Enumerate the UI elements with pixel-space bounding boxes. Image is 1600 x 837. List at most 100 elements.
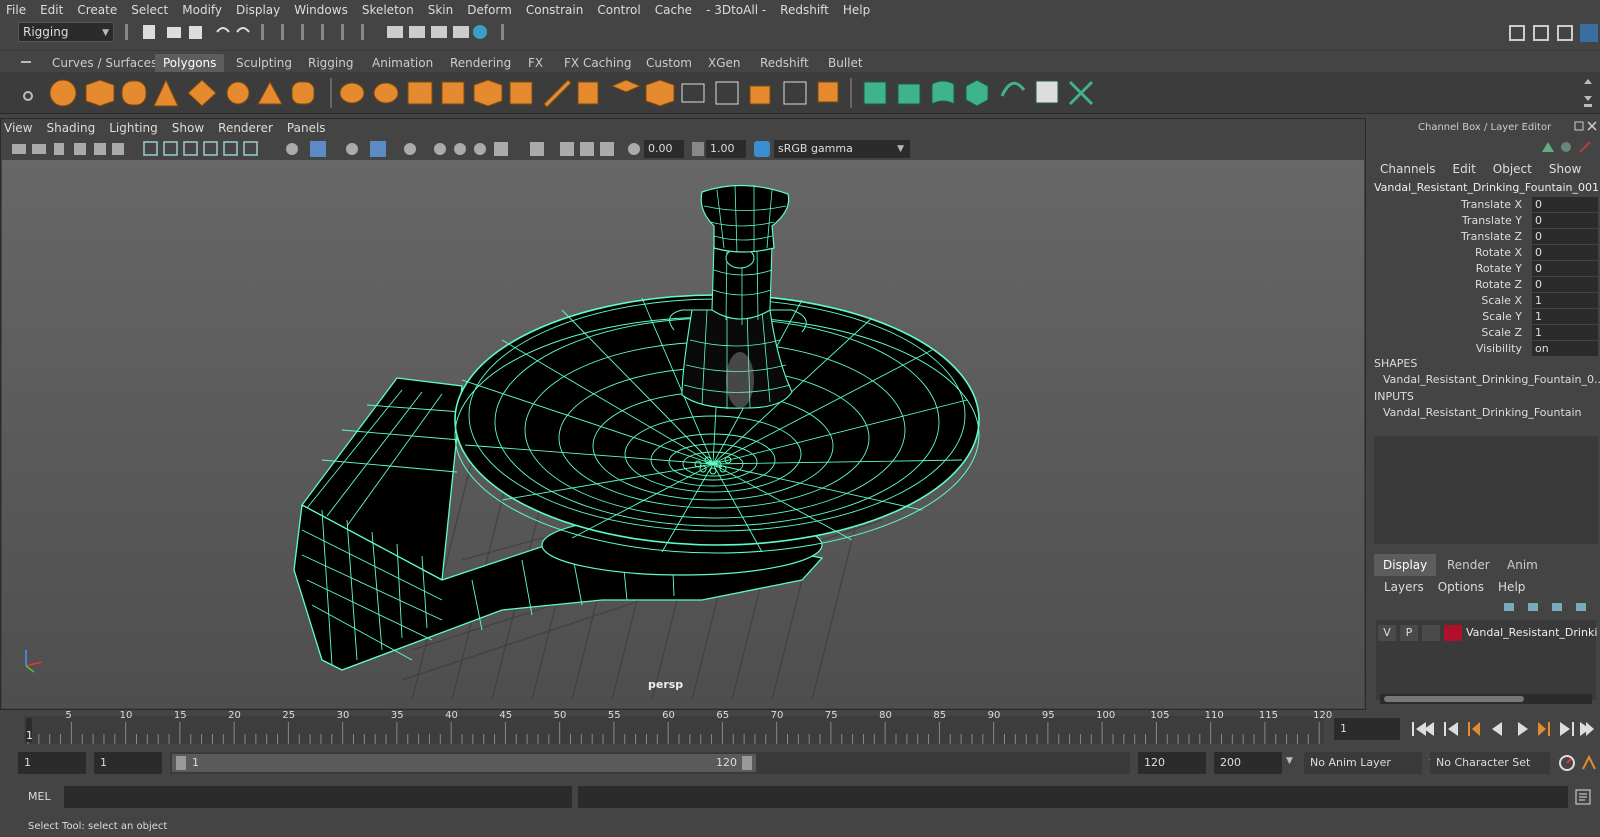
tab-render[interactable]: Render — [1438, 554, 1499, 576]
color-space-dropdown[interactable]: sRGB gamma ▼ — [774, 140, 910, 158]
attr-value[interactable]: 0 — [1532, 229, 1598, 244]
color-management-icon[interactable] — [754, 141, 770, 157]
menu-deform[interactable]: Deform — [467, 3, 512, 17]
attr-rotate-x[interactable]: Rotate X 0 — [1374, 245, 1598, 261]
attr-value[interactable]: 0 — [1532, 197, 1598, 212]
attr-translate-z[interactable]: Translate Z 0 — [1374, 229, 1598, 245]
playback-controls[interactable] — [1410, 720, 1596, 738]
attr-scale-x[interactable]: Scale X 1 — [1374, 293, 1598, 309]
menu-edit[interactable]: Edit — [40, 3, 63, 17]
menu-3dtoall[interactable]: - 3DtoAll - — [706, 3, 766, 17]
status-toolbar-icons[interactable] — [125, 22, 525, 42]
attr-rotate-z[interactable]: Rotate Z 0 — [1374, 277, 1598, 293]
shelf-scroll-arrows[interactable] — [1582, 76, 1594, 110]
auto-key-icon[interactable] — [1558, 754, 1576, 772]
shape-node[interactable]: Vandal_Resistant_Drinking_Fountain_0... — [1383, 373, 1600, 386]
attr-value[interactable]: 1 — [1532, 293, 1598, 308]
cb-menu-channels[interactable]: Channels — [1380, 162, 1436, 176]
range-start-grip[interactable] — [176, 756, 186, 770]
anim-prefs-icon[interactable] — [1580, 754, 1598, 772]
menu-windows[interactable]: Windows — [294, 3, 348, 17]
range-end-grip[interactable] — [742, 756, 752, 770]
playback-start-field[interactable]: 1 — [94, 752, 162, 774]
tab-custom[interactable]: Custom — [638, 54, 700, 73]
tab-curves-surfaces[interactable]: Curves / Surfaces — [44, 54, 165, 73]
menu-file[interactable]: File — [6, 3, 26, 17]
tab-animation[interactable]: Animation — [364, 54, 441, 73]
input-node[interactable]: Vandal_Resistant_Drinking_Fountain — [1383, 406, 1582, 419]
character-set-dropdown[interactable]: No Character Set — [1430, 752, 1550, 774]
attr-scale-z[interactable]: Scale Z 1 — [1374, 325, 1598, 341]
selected-object-name[interactable]: Vandal_Resistant_Drinking_Fountain_001 — [1374, 181, 1599, 194]
layer-menu-options[interactable]: Options — [1438, 580, 1484, 594]
vp-menu-show[interactable]: Show — [172, 121, 204, 139]
attr-value[interactable]: 1 — [1532, 309, 1598, 324]
cb-menu-object[interactable]: Object — [1493, 162, 1532, 176]
layer-type-toggle[interactable] — [1422, 625, 1440, 641]
menu-skin[interactable]: Skin — [428, 3, 454, 17]
gear-icon[interactable] — [22, 90, 34, 102]
attr-value[interactable]: 0 — [1532, 277, 1598, 292]
tab-anim[interactable]: Anim — [1498, 554, 1547, 576]
vp-menu-shading[interactable]: Shading — [46, 121, 95, 139]
attr-translate-y[interactable]: Translate Y 0 — [1374, 213, 1598, 229]
animation-end-field[interactable]: 200 — [1214, 752, 1282, 774]
gamma-toggle-icon[interactable] — [692, 142, 704, 156]
tab-polygons[interactable]: Polygons — [155, 54, 225, 73]
range-slider-handle[interactable] — [172, 754, 756, 772]
exposure-field[interactable]: 0.00 — [644, 140, 684, 158]
vp-menu-view[interactable]: View — [4, 121, 32, 139]
vp-menu-lighting[interactable]: Lighting — [109, 121, 158, 139]
attr-value[interactable]: 0 — [1532, 245, 1598, 260]
tab-fx-caching[interactable]: FX Caching — [556, 54, 639, 73]
menuset-dropdown[interactable]: Rigging ▼ — [18, 22, 114, 42]
animation-start-field[interactable]: 1 — [18, 752, 86, 774]
mel-label[interactable]: MEL — [28, 790, 51, 803]
tab-fx[interactable]: FX — [520, 54, 551, 73]
layer-action-icons[interactable] — [1500, 600, 1592, 614]
menu-modify[interactable]: Modify — [182, 3, 222, 17]
playback-end-field[interactable]: 120 — [1138, 752, 1206, 774]
tab-rendering[interactable]: Rendering — [442, 54, 519, 73]
menu-constrain[interactable]: Constrain — [526, 3, 584, 17]
attr-scale-y[interactable]: Scale Y 1 — [1374, 309, 1598, 325]
layer-name[interactable]: Vandal_Resistant_Drinki — [1466, 626, 1597, 639]
tab-sculpting[interactable]: Sculpting — [228, 54, 300, 73]
vp-menu-panels[interactable]: Panels — [287, 121, 326, 139]
attr-visibility[interactable]: Visibility on — [1374, 341, 1598, 357]
command-input[interactable] — [64, 786, 572, 808]
shelf-menu-icon[interactable] — [20, 56, 32, 68]
layer-visibility-toggle[interactable]: V — [1378, 625, 1396, 641]
menu-control[interactable]: Control — [597, 3, 640, 17]
shelf-tool-icons[interactable] — [46, 76, 1126, 110]
anim-layer-dropdown[interactable]: No Anim Layer ▼ — [1304, 752, 1436, 774]
cb-menu-edit[interactable]: Edit — [1453, 162, 1476, 176]
attr-value[interactable]: on — [1532, 341, 1598, 356]
tab-bullet[interactable]: Bullet — [820, 54, 871, 73]
scrollbar-thumb[interactable] — [1384, 696, 1524, 702]
menu-display[interactable]: Display — [236, 3, 280, 17]
gamma-field[interactable]: 1.00 — [706, 140, 746, 158]
attr-value[interactable]: 0 — [1532, 261, 1598, 276]
current-frame-field[interactable]: 1 — [1334, 718, 1400, 740]
layer-menu-layers[interactable]: Layers — [1384, 580, 1424, 594]
tab-rigging[interactable]: Rigging — [300, 54, 361, 73]
layer-menu-help[interactable]: Help — [1498, 580, 1525, 594]
cb-menu-show[interactable]: Show — [1549, 162, 1581, 176]
tab-display[interactable]: Display — [1374, 554, 1437, 576]
channel-box-mode-icons[interactable] — [1538, 140, 1594, 154]
tab-xgen[interactable]: XGen — [700, 54, 749, 73]
menu-help[interactable]: Help — [843, 3, 870, 17]
menu-redshift[interactable]: Redshift — [780, 3, 829, 17]
range-slider-track[interactable]: 1 120 — [170, 752, 1130, 774]
attr-rotate-y[interactable]: Rotate Y 0 — [1374, 261, 1598, 277]
attr-value[interactable]: 1 — [1532, 325, 1598, 340]
vp-menu-renderer[interactable]: Renderer — [218, 121, 273, 139]
viewport-toolbar-icons[interactable] — [12, 141, 652, 157]
attr-translate-x[interactable]: Translate X 0 — [1374, 197, 1598, 213]
workspace-icons[interactable] — [1506, 22, 1600, 44]
time-slider[interactable]: 1 5 10 15 20 25 30 35 40 45 50 55 60 65 70 75 80 85 90 95 1… — [0, 710, 1600, 746]
menu-skeleton[interactable]: Skeleton — [362, 3, 414, 17]
layer-horizontal-scrollbar[interactable] — [1380, 694, 1592, 704]
script-editor-icon[interactable] — [1574, 788, 1592, 806]
